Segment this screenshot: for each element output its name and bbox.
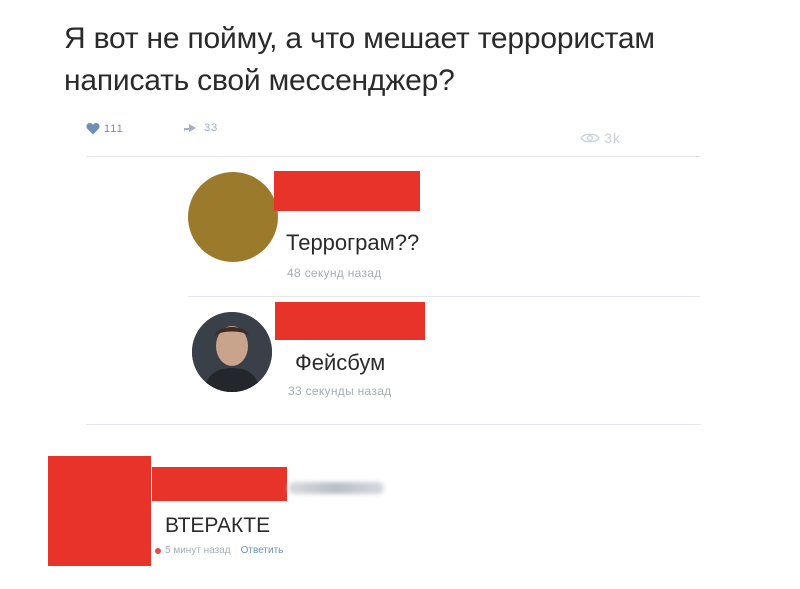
redacted-author-name [152, 467, 287, 501]
comment-meta: 5 минут назад Ответить [155, 545, 283, 556]
divider [188, 296, 700, 297]
redacted-author-name [275, 302, 425, 340]
comment-text: Фейсбум [295, 350, 386, 375]
post-text-line-2: написать свой мессенджер? [64, 64, 455, 97]
shares-count: 33 [204, 122, 219, 134]
likes-count: 111 [104, 122, 124, 135]
avatar[interactable] [188, 172, 278, 262]
redacted-avatar [48, 456, 151, 566]
post-text: Я вот не пойму, а что мешает террористам… [64, 18, 724, 102]
post-stats: 111 33 3k [86, 118, 701, 148]
heart-icon [86, 123, 100, 135]
comment-text: ВТЕРАКТЕ [165, 514, 271, 537]
divider [86, 424, 701, 425]
blurred-username [288, 482, 384, 494]
share-button[interactable]: 33 [182, 122, 218, 134]
divider [86, 156, 701, 157]
eye-icon [580, 133, 600, 143]
redacted-author-name [274, 171, 420, 211]
post-text-line-1: Я вот не пойму, а что мешает террористам [64, 22, 655, 55]
like-button[interactable]: 111 [86, 122, 124, 135]
comment-time[interactable]: 5 минут назад [165, 545, 231, 556]
avatar[interactable] [192, 312, 272, 392]
comment-time[interactable]: 33 секунды назад [288, 384, 391, 398]
person-photo [192, 312, 272, 392]
comment-text: Террограм?? [286, 230, 420, 255]
comment-time[interactable]: 48 секунд назад [287, 266, 382, 280]
share-icon [184, 124, 196, 132]
views-counter: 3k [580, 130, 621, 146]
reply-link[interactable]: Ответить [241, 545, 284, 556]
online-dot [155, 547, 161, 554]
views-count: 3k [604, 130, 621, 146]
